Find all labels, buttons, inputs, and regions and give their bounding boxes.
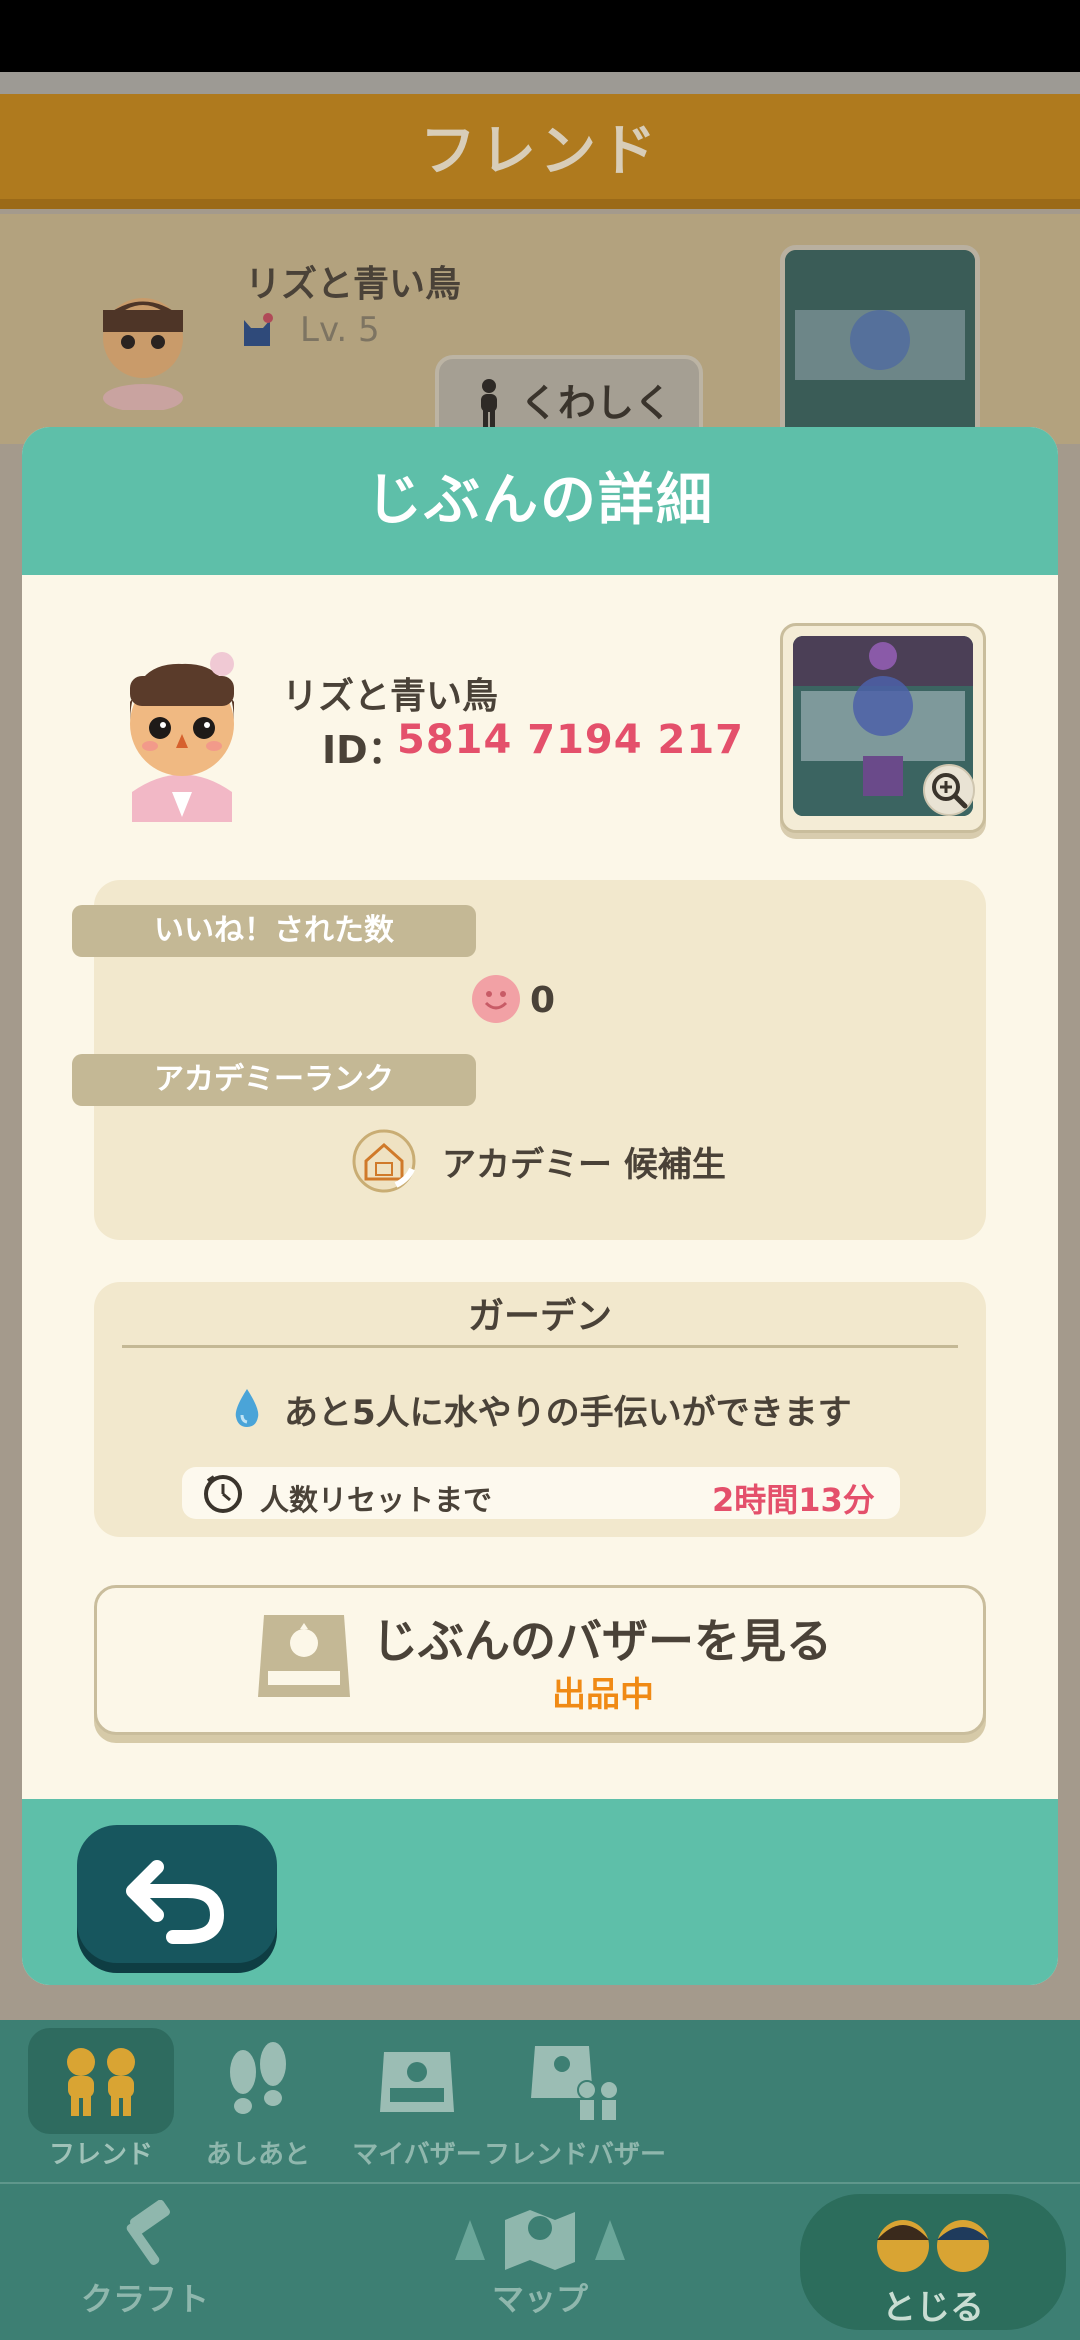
player-name: リズと青い鳥	[282, 676, 499, 717]
nav-tab-friend[interactable]: フレンド	[26, 2030, 176, 2180]
status-bar	[0, 0, 1080, 72]
academy-badge-icon	[352, 1129, 416, 1193]
dialog-title: じぶんの詳細	[366, 468, 714, 533]
garden-thumbnail[interactable]	[780, 623, 986, 833]
nav-map-label: マップ	[491, 2280, 588, 2318]
background-header-title: フレンド	[420, 119, 660, 184]
academy-rank-label: アカデミーランク	[72, 1054, 476, 1106]
nav-tab-friend-bazaar[interactable]: フレンドバザー	[484, 2030, 666, 2180]
player-id-label: ID：	[322, 728, 406, 772]
nav-tab-my-bazaar[interactable]: マイバザー	[342, 2030, 492, 2180]
background-friend-level: Lv. 5	[300, 310, 380, 350]
status-bar-divider	[0, 72, 1080, 94]
back-arrow-icon	[126, 1860, 225, 1944]
bazaar-status: 出品中	[552, 1675, 654, 1715]
zoom-in-icon	[932, 773, 968, 809]
bottom-nav-divider	[0, 2182, 1080, 2184]
hammer-icon	[126, 2199, 170, 2265]
back-button[interactable]	[77, 1825, 277, 1963]
friend-bazaar-icon	[531, 2046, 619, 2120]
nav-map[interactable]: マップ	[440, 2200, 640, 2320]
cat-icon	[244, 313, 273, 346]
nav-tab-footprints[interactable]: あしあと	[183, 2030, 333, 2180]
villagers-icon	[877, 2220, 989, 2272]
background-garden-thumbnail	[780, 245, 980, 445]
view-my-bazaar-label: じぶんのバザーを見る	[372, 1614, 832, 1668]
player-avatar	[130, 652, 234, 822]
close-button-label: とじる	[882, 2288, 984, 2328]
reset-timer-value: 2時間13分	[712, 1481, 875, 1519]
bazaar-icon	[380, 2052, 454, 2112]
water-drop-icon	[235, 1389, 259, 1427]
reset-timer-label: 人数リセットまで	[260, 1483, 493, 1517]
map-icon	[455, 2210, 625, 2270]
nav-craft-label: クラフト	[80, 2280, 209, 2318]
zoom-in-button[interactable]	[923, 764, 975, 816]
profile-detail-dialog: じぶんの詳細 リズと青い鳥 ID： 5814 7194 217 いいね！された数…	[22, 427, 1058, 1985]
friends-icon	[67, 2048, 135, 2116]
bazaar-box-icon	[258, 1615, 350, 1697]
academy-rank-value: アカデミー 候補生	[442, 1145, 726, 1185]
nav-tab-label: フレンドバザー	[483, 2140, 666, 2170]
garden-divider	[122, 1345, 958, 1348]
player-id-value: 5814 7194 217	[397, 717, 745, 763]
likes-count-label: いいね！された数	[72, 905, 476, 957]
footprints-icon	[230, 2042, 286, 2114]
garden-title: ガーデン	[467, 1296, 612, 1337]
person-icon	[481, 379, 497, 428]
background-friend-name: リズと青い鳥	[245, 264, 462, 305]
watering-help-message: あと5人に水やりの手伝いができます	[284, 1393, 852, 1433]
nav-craft[interactable]: クラフト	[60, 2199, 230, 2320]
background-detail-label: くわしく	[520, 381, 673, 425]
clock-icon	[204, 1475, 242, 1513]
likes-count-value: 0	[530, 980, 556, 1021]
smile-icon	[472, 975, 520, 1023]
background-avatar	[103, 298, 183, 410]
